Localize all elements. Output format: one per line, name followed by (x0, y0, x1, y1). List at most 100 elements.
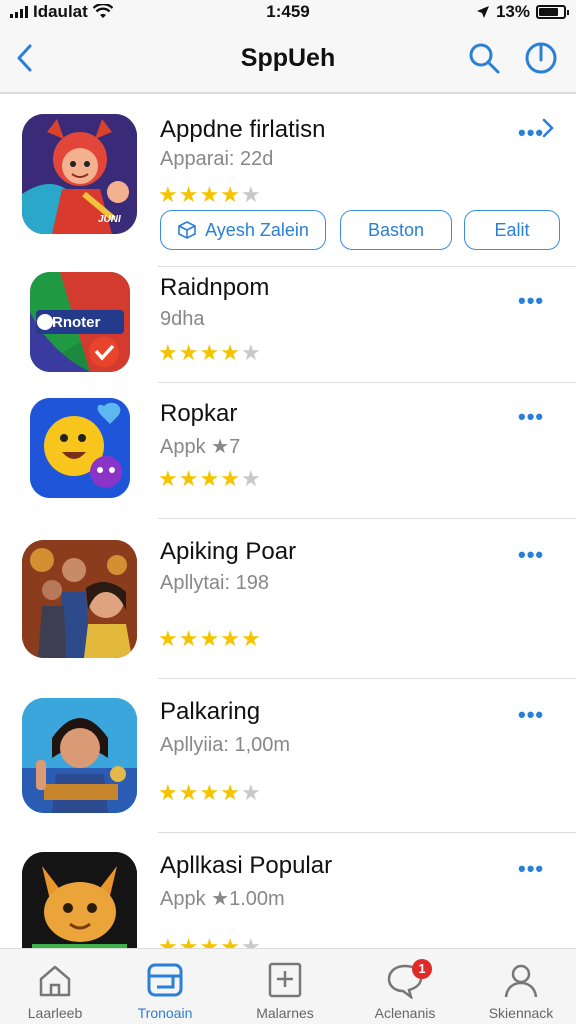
star-icon: ★ (199, 626, 220, 651)
tab-profile[interactable]: Skiennack (466, 949, 576, 1024)
star-icon: ★ (178, 340, 199, 365)
rating-stars: ★ ★ ★ ★ ★ (158, 468, 261, 490)
star-icon: ★ (178, 182, 199, 207)
rating-stars: ★ ★ ★ ★ ★ (158, 342, 261, 364)
list-item[interactable]: Apllkasi Popular Appk ★1.00m ★ ★ ★ ★ ★ ••• (0, 832, 576, 948)
status-right: 13% (366, 2, 569, 22)
tab-label: Malarnes (256, 1005, 314, 1021)
list-item[interactable]: Rnoter Raidnpom 9dha ★ ★ ★ ★ ★ ••• (0, 266, 576, 383)
star-icon: ★ (220, 626, 240, 651)
tab-label: Tronoain (137, 1005, 193, 1021)
more-options-button[interactable]: ••• (518, 702, 544, 728)
app-icon-woman[interactable] (22, 698, 137, 813)
star-icon: ★ (240, 626, 261, 651)
more-options-button[interactable]: ••• (518, 542, 544, 568)
action-pill-label: Ealit (494, 219, 530, 240)
app-name: Raidnpom (160, 274, 270, 301)
star-icon: ★ (199, 340, 220, 365)
star-icon: ★ (199, 780, 220, 805)
more-options-button[interactable]: ••• (518, 856, 544, 882)
carrier-label: Idaulat (33, 2, 88, 21)
star-icon: ★ (240, 340, 261, 365)
status-bar: Idaulat 1:459 13% (0, 0, 576, 24)
rating-stars: ★ ★ ★ ★ ★ (158, 184, 261, 206)
tab-messages[interactable]: 1 Aclenanis (350, 949, 460, 1024)
app-subtitle: Apllytai: 198 (160, 572, 269, 594)
star-icon: ★ (158, 466, 178, 491)
star-icon: ★ (220, 466, 240, 491)
list-item[interactable]: Ropkar Appk ★7 ★ ★ ★ ★ ★ ••• (0, 382, 576, 519)
more-options-button[interactable]: ••• (518, 404, 544, 430)
star-icon: ★ (220, 182, 240, 207)
app-name: Appdne firlatisn (160, 116, 326, 143)
home-icon (39, 965, 71, 997)
wifi-icon (92, 4, 113, 18)
list-item[interactable]: Palkaring Apllyiia: 1,00m ★ ★ ★ ★ ★ ••• (0, 678, 576, 833)
star-icon: ★ (240, 466, 261, 491)
action-pill-baston[interactable]: Baston (340, 210, 452, 250)
star-icon: ★ (158, 182, 178, 207)
star-icon: ★ (178, 466, 199, 491)
action-pill-label: Baston (367, 219, 425, 240)
star-icon: ★ (158, 626, 178, 651)
app-icon-rnoter[interactable]: Rnoter (30, 272, 130, 372)
app-subtitle: Appk ★7 (160, 436, 241, 458)
apps-icon (147, 963, 183, 997)
list-item[interactable]: Apiking Poar Apllytai: 198 ★ ★ ★ ★ ★ ••• (0, 518, 576, 679)
app-icon-hero[interactable]: JUNI (22, 114, 137, 234)
status-left: Idaulat (10, 2, 210, 22)
star-icon: ★ (220, 780, 240, 805)
search-icon[interactable] (466, 40, 502, 76)
list-item[interactable]: JUNI Appdne firlatisn Apparai: 22d ★ ★ ★ ★ ★… (0, 96, 576, 267)
emoji-chat-icon (30, 398, 130, 498)
rating-stars: ★ ★ ★ ★ ★ (158, 782, 261, 804)
power-icon[interactable] (523, 40, 559, 76)
nav-bar: SppUeh (0, 24, 576, 94)
location-icon (476, 6, 489, 18)
more-options-button[interactable]: ••• (518, 288, 544, 314)
action-pill-label: Ayesh Zalein (205, 219, 309, 240)
cube-icon (178, 221, 196, 239)
grid-icon (268, 962, 302, 998)
tab-home[interactable]: Laarleeb (0, 949, 110, 1024)
star-icon: ★ (158, 934, 178, 949)
tab-label: Aclenanis (374, 1005, 436, 1021)
tab-grid[interactable]: Malarnes (230, 949, 340, 1024)
action-pill-ealit[interactable]: Ealit (464, 210, 560, 250)
star-icon: ★ (199, 466, 220, 491)
people-poster-icon (22, 540, 137, 658)
app-name: Ropkar (160, 400, 238, 427)
fox-mascot-icon (22, 852, 137, 948)
hero-icon-caption: JUNI (98, 214, 121, 225)
battery-icon (536, 5, 569, 19)
action-pill-ayesh[interactable]: Ayesh Zalein (160, 210, 326, 250)
app-subtitle: Appk ★1.00m (160, 888, 285, 910)
status-time: 1:459 (266, 2, 310, 21)
app-subtitle: 9dha (160, 308, 205, 330)
chevron-right-icon[interactable] (540, 116, 556, 140)
app-icon-people[interactable] (22, 540, 137, 658)
app-icon-fox[interactable] (22, 852, 137, 948)
star-icon: ★ (178, 626, 199, 651)
app-name: Apiking Poar (160, 538, 297, 565)
app-subtitle: Apparai: 22d (160, 148, 274, 170)
battery-percent: 13% (495, 2, 530, 21)
star-icon: ★ (178, 934, 199, 949)
star-icon: ★ (240, 182, 261, 207)
app-subtitle: Apllyiia: 1,00m (160, 734, 291, 756)
battery-fill (539, 8, 559, 16)
tab-apps[interactable]: Tronoain (110, 949, 220, 1024)
tab-bar: Laarleeb Tronoain Malarnes 1 Aclenanis S… (0, 948, 576, 1024)
star-icon: ★ (158, 340, 178, 365)
star-icon: ★ (220, 934, 240, 949)
app-list: JUNI Appdne firlatisn Apparai: 22d ★ ★ ★ ★ ★… (0, 96, 576, 948)
signal-icon (10, 6, 28, 18)
tab-label: Laarleeb (27, 1005, 83, 1021)
app-icon-emoji[interactable] (30, 398, 130, 498)
tab-label: Skiennack (488, 1005, 554, 1021)
app-name: Apllkasi Popular (160, 852, 333, 879)
star-icon: ★ (199, 934, 220, 949)
woman-avatar-icon (22, 698, 137, 813)
rating-stars: ★ ★ ★ ★ ★ (158, 628, 261, 650)
notification-badge: 1 (412, 959, 432, 979)
